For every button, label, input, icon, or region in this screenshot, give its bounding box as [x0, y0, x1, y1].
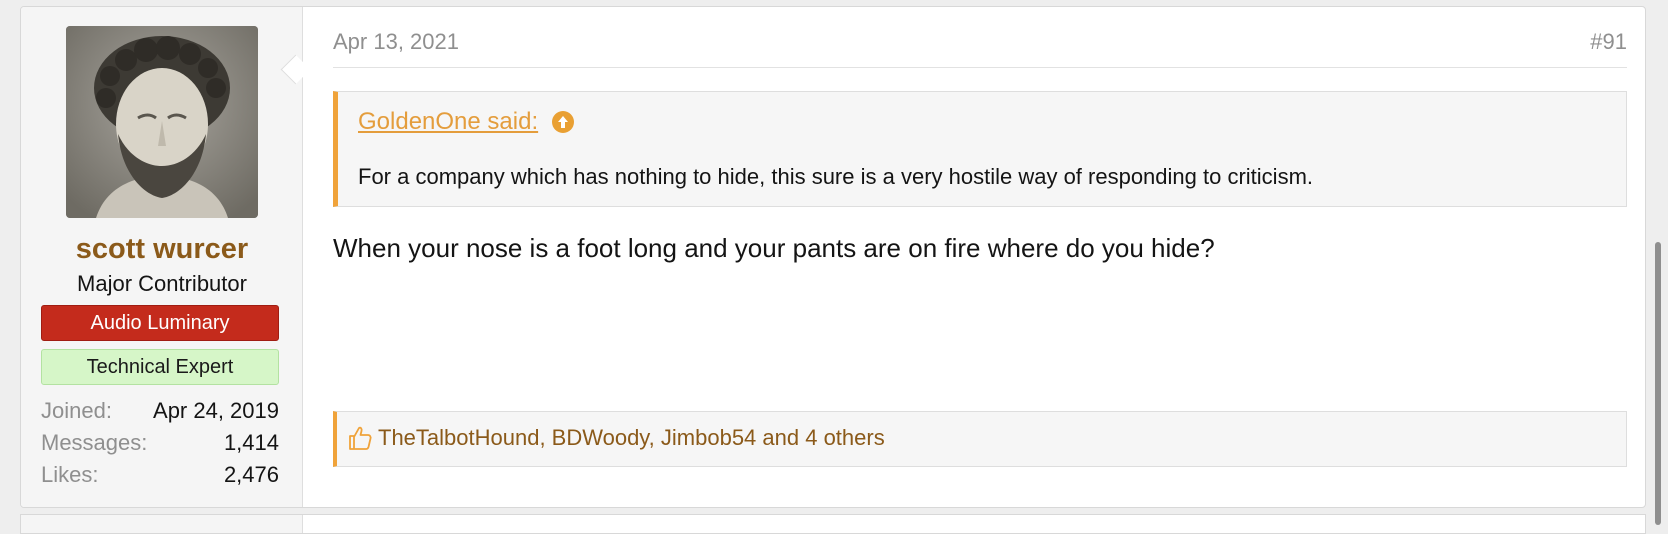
quote-text: For a company which has nothing to hide,…	[358, 164, 1314, 189]
stat-value: Apr 24, 2019	[153, 398, 279, 423]
stat-label: Joined:	[41, 398, 112, 423]
stat-label: Likes:	[41, 462, 99, 487]
stat-likes: Likes: 2,476	[41, 459, 279, 491]
avatar-image	[66, 26, 258, 218]
post-number[interactable]: #91	[1590, 29, 1627, 55]
post-message: When your nose is a foot long and your p…	[333, 233, 1215, 263]
scrollbar[interactable]	[1650, 0, 1668, 525]
next-post-edge	[20, 514, 1646, 534]
user-title: Major Contributor	[77, 271, 247, 296]
user-banner-technical-expert: Technical Expert	[41, 349, 279, 385]
avatar[interactable]	[66, 26, 258, 218]
user-stats: Joined: Apr 24, 2019 Messages: 1,414 Lik…	[41, 395, 279, 491]
next-post-user-pane	[21, 515, 303, 533]
scrollbar-thumb[interactable]	[1655, 242, 1661, 525]
stat-joined: Joined: Apr 24, 2019	[41, 395, 279, 427]
post-header-divider	[333, 67, 1627, 68]
likes-list[interactable]: TheTalbotHound, BDWoody, Jimbob54 and 4 …	[378, 425, 885, 451]
stat-messages: Messages: 1,414	[41, 427, 279, 459]
user-banner-audio-luminary: Audio Luminary	[41, 305, 279, 341]
stat-label: Messages:	[41, 430, 148, 455]
likes-bar: TheTalbotHound, BDWoody, Jimbob54 and 4 …	[333, 411, 1627, 467]
forum-post: scott wurcer Major Contributor Audio Lum…	[20, 6, 1646, 508]
thumbs-up-icon	[348, 425, 372, 451]
stat-value: 2,476	[223, 462, 279, 487]
post-date[interactable]: Apr 13, 2021	[333, 29, 459, 55]
quote-block: GoldenOne said: For a company which has …	[333, 91, 1627, 207]
post-main: Apr 13, 2021 #91 GoldenOne said: For a c…	[313, 7, 1645, 507]
user-pane: scott wurcer Major Contributor Audio Lum…	[21, 7, 303, 507]
arrow-up-circle-icon[interactable]	[552, 111, 574, 133]
username[interactable]: scott wurcer	[21, 233, 303, 266]
quote-attribution[interactable]: GoldenOne said:	[358, 108, 538, 136]
stat-value: 1,414	[223, 430, 279, 455]
